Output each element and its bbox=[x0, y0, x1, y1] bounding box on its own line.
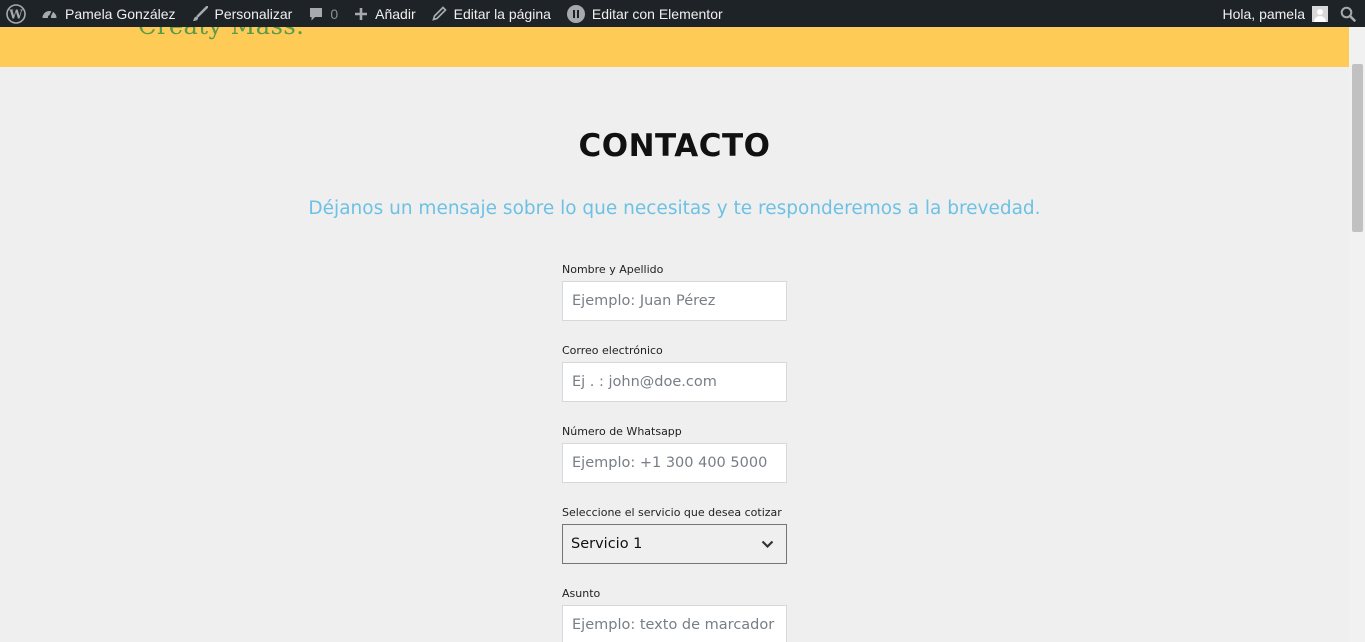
wordpress-icon: W bbox=[6, 3, 26, 24]
comments-link[interactable]: 0 bbox=[300, 0, 346, 27]
service-select[interactable]: Servicio 1 bbox=[562, 524, 787, 564]
name-input[interactable] bbox=[562, 281, 787, 321]
name-label: Nombre y Apellido bbox=[562, 263, 664, 276]
whatsapp-label: Número de Whatsapp bbox=[562, 425, 682, 438]
email-input[interactable] bbox=[562, 362, 787, 402]
page-title: CONTACTO bbox=[578, 128, 771, 164]
customize-label: Personalizar bbox=[214, 5, 293, 22]
wordpress-menu[interactable]: W bbox=[0, 0, 33, 27]
chevron-down-icon bbox=[760, 537, 774, 551]
brush-icon bbox=[192, 5, 208, 22]
admin-bar-search[interactable] bbox=[1334, 0, 1365, 27]
subject-input[interactable] bbox=[562, 605, 787, 642]
svg-text:W: W bbox=[8, 7, 23, 21]
add-new-link[interactable]: Añadir bbox=[346, 0, 423, 27]
service-label: Seleccione el servicio que desea cotizar bbox=[562, 506, 782, 519]
site-name-link[interactable]: Pamela González bbox=[33, 0, 184, 27]
site-header: Creaty Mass. bbox=[0, 27, 1349, 67]
edit-elementor-label: Editar con Elementor bbox=[591, 5, 723, 22]
edit-page-link[interactable]: Editar la página bbox=[424, 0, 559, 27]
dashboard-icon bbox=[41, 6, 58, 21]
greeting: Hola, pamela bbox=[1222, 5, 1306, 22]
page-subtitle: Déjanos un mensaje sobre lo que necesita… bbox=[308, 198, 1041, 219]
site-logo[interactable]: Creaty Mass. bbox=[138, 27, 304, 40]
comment-icon bbox=[308, 6, 324, 22]
comments-count: 0 bbox=[330, 5, 339, 22]
scrollbar-thumb[interactable] bbox=[1352, 64, 1363, 232]
email-label: Correo electrónico bbox=[562, 344, 663, 357]
subject-label: Asunto bbox=[562, 587, 601, 600]
edit-elementor-link[interactable]: Editar con Elementor bbox=[559, 0, 731, 27]
my-account-link[interactable]: Hola, pamela bbox=[1215, 0, 1335, 27]
page-scrollbar[interactable] bbox=[1349, 27, 1365, 642]
edit-page-label: Editar la página bbox=[453, 5, 551, 22]
plus-icon bbox=[354, 7, 368, 21]
site-name: Pamela González bbox=[65, 5, 176, 22]
add-new-label: Añadir bbox=[375, 5, 416, 22]
wp-admin-bar: W Pamela González Personalizar 0 Añadir … bbox=[0, 0, 1365, 27]
contact-form: Nombre y Apellido Correo electrónico Núm… bbox=[562, 262, 787, 642]
pencil-icon bbox=[431, 6, 447, 21]
search-icon bbox=[1340, 6, 1356, 22]
elementor-icon bbox=[566, 4, 585, 23]
service-selected-value: Servicio 1 bbox=[571, 536, 643, 552]
avatar bbox=[1312, 5, 1328, 22]
customize-link[interactable]: Personalizar bbox=[184, 0, 301, 27]
whatsapp-input[interactable] bbox=[562, 443, 787, 483]
